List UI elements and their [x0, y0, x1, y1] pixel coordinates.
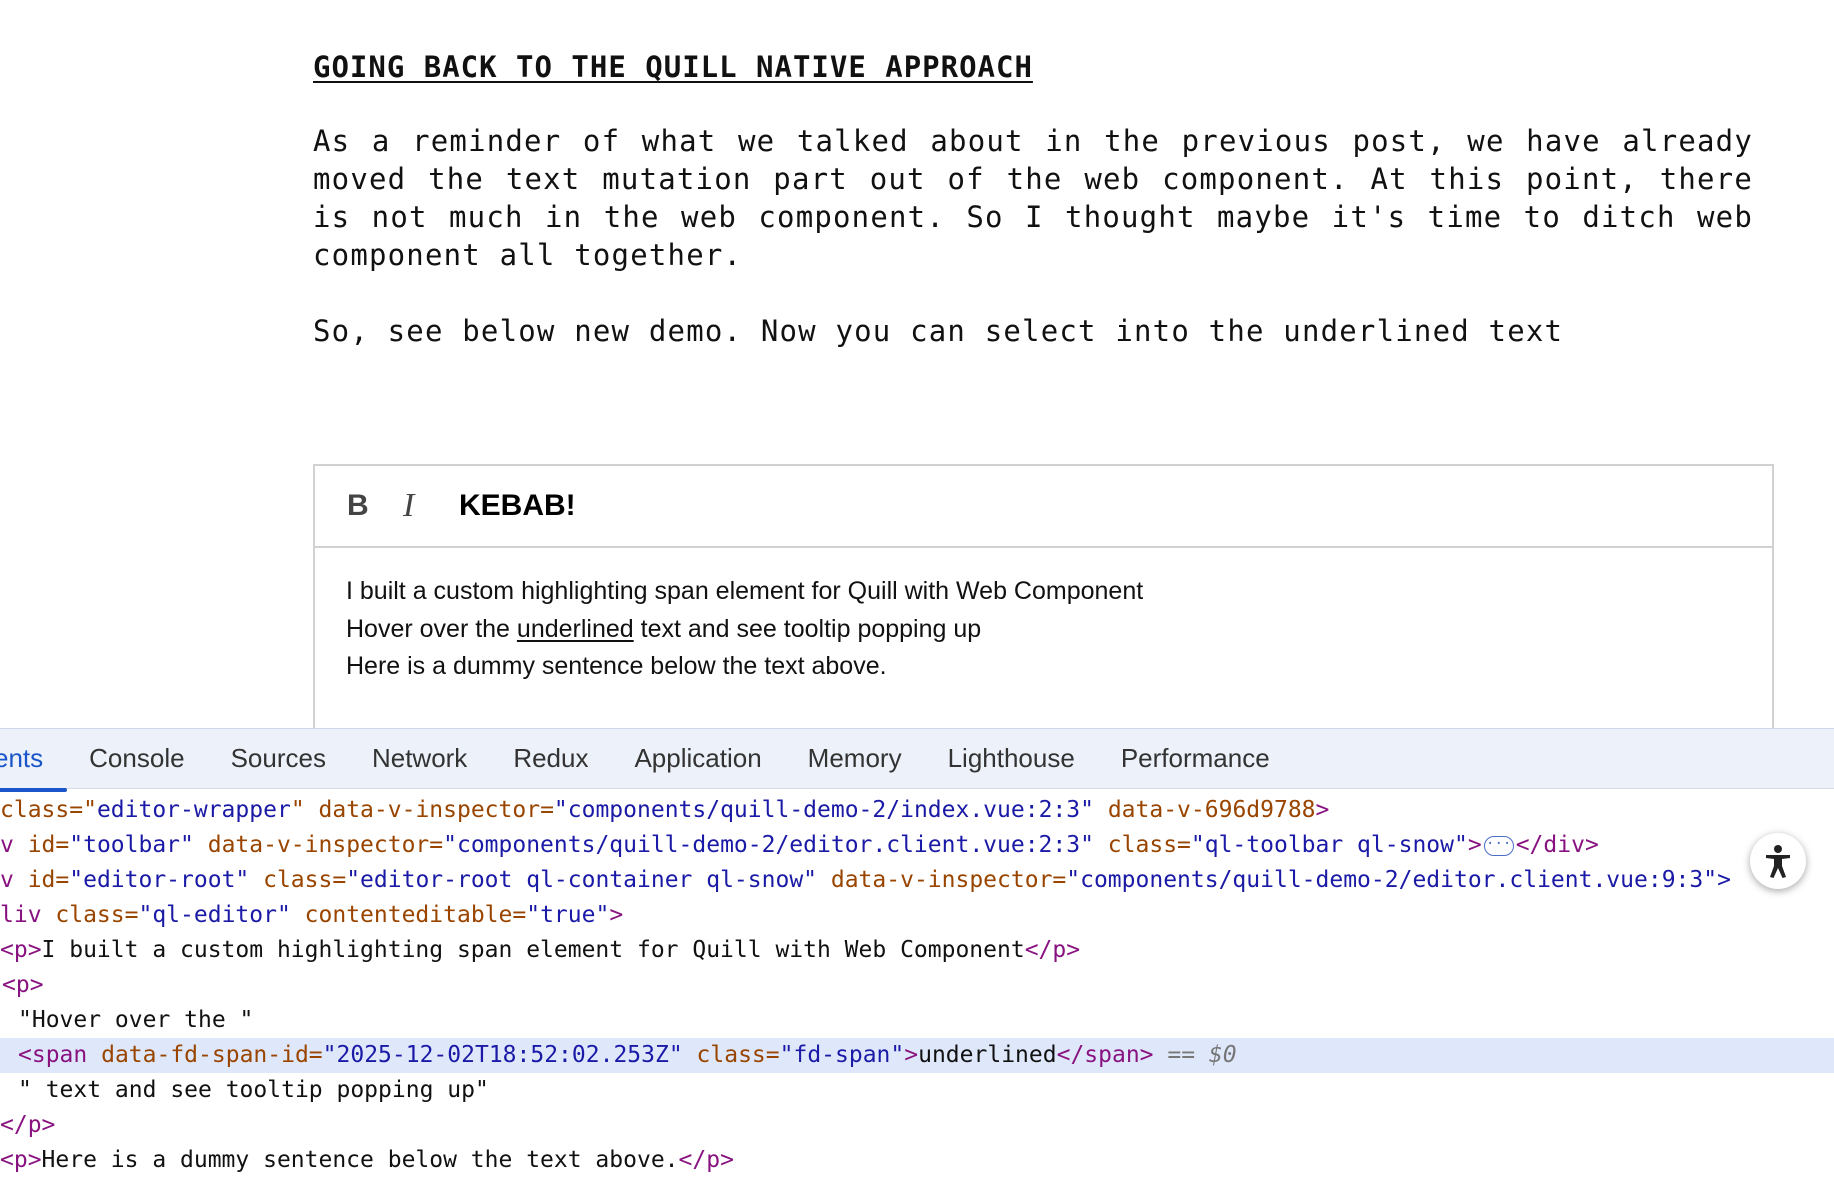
bold-button[interactable]: B	[347, 486, 403, 526]
tab-console[interactable]: Console	[89, 743, 184, 774]
tab-network[interactable]: Network	[372, 743, 467, 774]
tab-lighthouse[interactable]: Lighthouse	[948, 743, 1075, 774]
italic-button[interactable]: I	[403, 486, 459, 526]
highlight-span[interactable]: underlined	[517, 615, 634, 643]
editor-toolbar: B I KEBAB!	[315, 466, 1772, 548]
editor-line-1: I built a custom highlighting span eleme…	[346, 577, 1144, 605]
dom-node-editor-wrapper[interactable]: class="editor-wrapper" data-v-inspector=…	[0, 793, 1834, 828]
kebab-button[interactable]: KEBAB!	[459, 489, 576, 523]
editor-line-3: Here is a dummy sentence below the text …	[346, 652, 887, 680]
devtools-tabbar: ents Console Sources Network Redux Appli…	[0, 729, 1834, 792]
article: GOING BACK TO THE QUILL NATIVE APPROACH …	[313, 50, 1753, 350]
article-heading: GOING BACK TO THE QUILL NATIVE APPROACH	[313, 50, 1033, 84]
editor-line-2: Hover over the underlined text and see t…	[346, 611, 1741, 649]
devtools-panel: ents Console Sources Network Redux Appli…	[0, 728, 1834, 1182]
tab-performance[interactable]: Performance	[1121, 743, 1270, 774]
dom-node-partial[interactable]: ti	[0, 1178, 1834, 1182]
dom-node-p-3[interactable]: <p>Here is a dummy sentence below the te…	[0, 1143, 1834, 1178]
editor-content[interactable]: I built a custom highlighting span eleme…	[315, 548, 1772, 711]
dom-node-p-2[interactable]: <p>	[0, 968, 1834, 1003]
article-paragraph-1: As a reminder of what we talked about in…	[313, 124, 1753, 272]
dom-node-ql-editor[interactable]: liv class="ql-editor" contenteditable="t…	[0, 898, 1834, 933]
tab-redux[interactable]: Redux	[513, 743, 588, 774]
dom-node-p-2-close[interactable]: </p>	[0, 1108, 1834, 1143]
dom-tree: class="editor-wrapper" data-v-inspector=…	[0, 789, 1834, 1182]
dom-text-node-1[interactable]: "Hover over the "	[0, 1003, 1834, 1038]
editor-line-2-before: Hover over the	[346, 614, 517, 643]
tab-application[interactable]: Application	[634, 743, 761, 774]
dom-text-node-2[interactable]: " text and see tooltip popping up"	[0, 1073, 1834, 1108]
dom-node-p-1[interactable]: <p>I built a custom highlighting span el…	[0, 933, 1834, 968]
quill-editor: B I KEBAB! I built a custom highlighting…	[313, 464, 1774, 744]
accessibility-icon[interactable]	[1750, 833, 1806, 889]
tab-sources[interactable]: Sources	[231, 743, 326, 774]
ellipsis-icon[interactable]: ···	[1483, 835, 1514, 856]
tab-elements[interactable]: ents	[0, 743, 68, 792]
editor-line-2-after: text and see tooltip popping up	[633, 614, 982, 643]
dom-node-toolbar[interactable]: v id="toolbar" data-v-inspector="compone…	[0, 828, 1834, 863]
dom-node-fd-span-selected[interactable]: <span data-fd-span-id="2025-12-02T18:52:…	[0, 1038, 1834, 1073]
article-paragraph-2: So, see below new demo. Now you can sele…	[313, 314, 1564, 348]
dom-node-editor-root[interactable]: v id="editor-root" class="editor-root ql…	[0, 863, 1834, 898]
tab-memory[interactable]: Memory	[808, 743, 902, 774]
